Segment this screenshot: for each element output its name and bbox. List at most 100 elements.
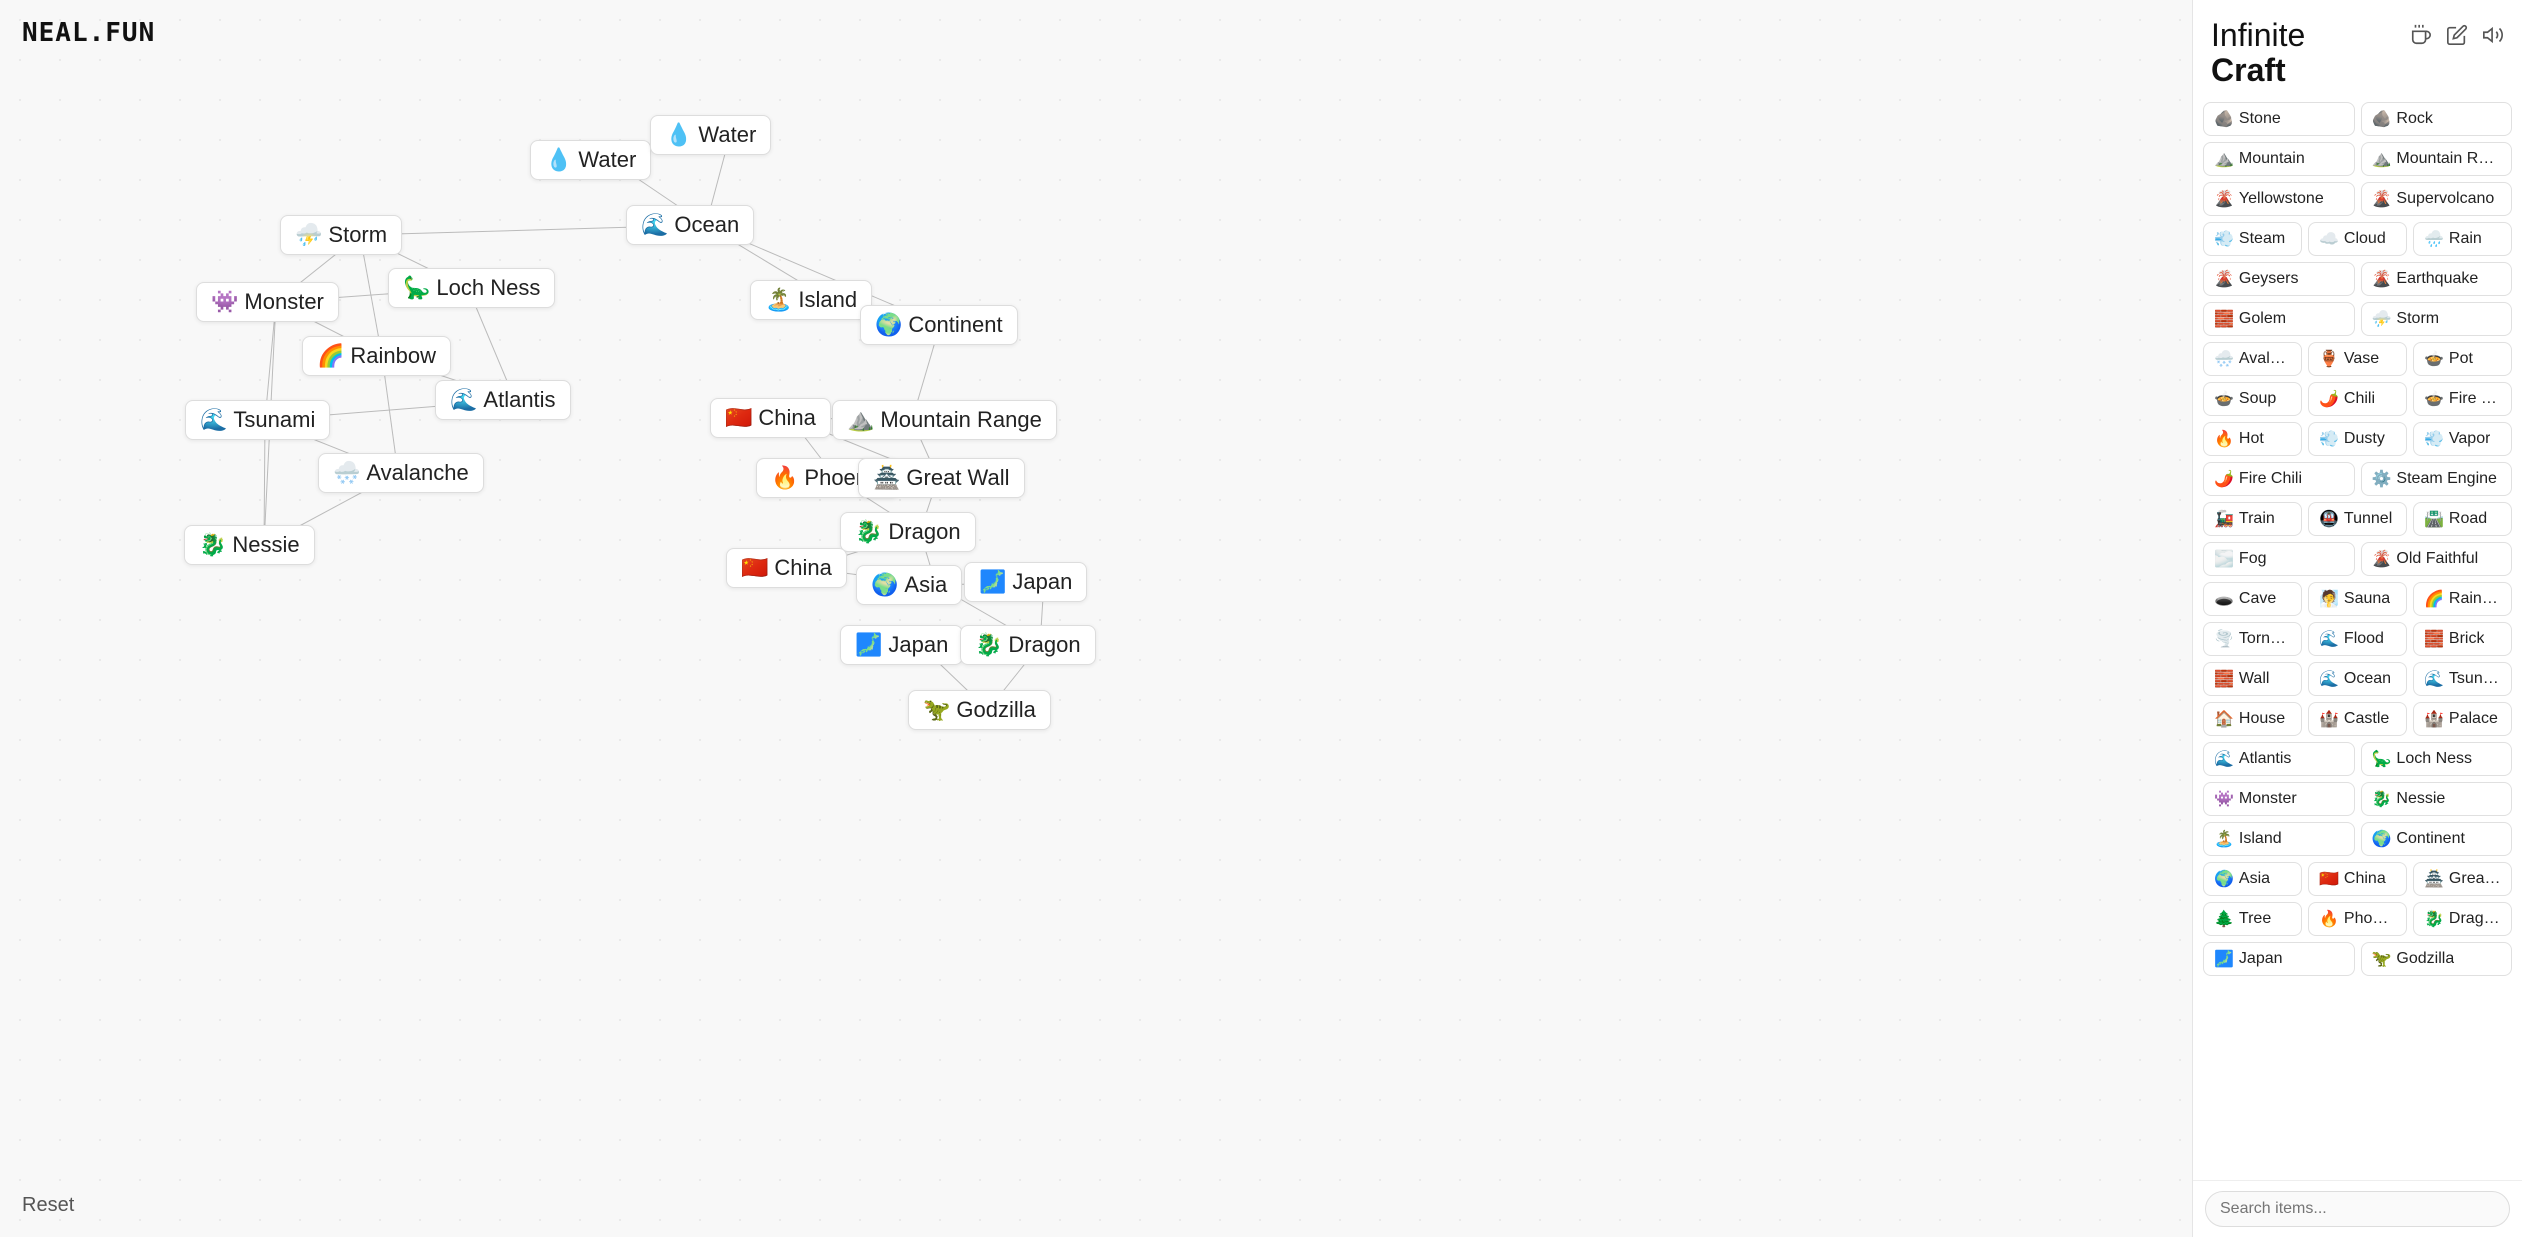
node-japan1[interactable]: 🗾Japan (964, 562, 1087, 602)
node-continent[interactable]: 🌍Continent (860, 305, 1018, 345)
sidebar-item-phoenix[interactable]: 🔥Phoenix (2308, 902, 2407, 936)
sidebar-item-mountain-range[interactable]: ⛰️Mountain Range (2361, 142, 2513, 176)
sidebar-item-japan[interactable]: 🗾Japan (2203, 942, 2355, 976)
sidebar-item-supervolcano[interactable]: 🌋Supervolcano (2361, 182, 2513, 216)
sidebar-item-loch-ness[interactable]: 🦕Loch Ness (2361, 742, 2513, 776)
node-greatwall[interactable]: 🏯Great Wall (858, 458, 1025, 498)
node-island[interactable]: 🏝️Island (750, 280, 872, 320)
sidebar-item-castle[interactable]: 🏰Castle (2308, 702, 2407, 736)
sidebar-item-cloud[interactable]: ☁️Cloud (2308, 222, 2407, 256)
sidebar-item-wall[interactable]: 🧱Wall (2203, 662, 2302, 696)
node-nessie[interactable]: 🐉Nessie (184, 525, 315, 565)
node-monster[interactable]: 👾Monster (196, 282, 339, 322)
sidebar-item-road[interactable]: 🛣️Road (2413, 502, 2512, 536)
sidebar-item-stone[interactable]: 🪨Stone (2203, 102, 2355, 136)
node-emoji: 🦕 (403, 275, 430, 301)
node-storm[interactable]: ⛈️Storm (280, 215, 402, 255)
sidebar-item-godzilla[interactable]: 🦖Godzilla (2361, 942, 2513, 976)
node-rainbow[interactable]: 🌈Rainbow (302, 336, 451, 376)
search-input[interactable] (2205, 1191, 2510, 1227)
chip-emoji: 🏰 (2424, 709, 2444, 729)
sidebar-item-pot[interactable]: 🍲Pot (2413, 342, 2512, 376)
sidebar-item-mountain[interactable]: ⛰️Mountain (2203, 142, 2355, 176)
sidebar-item-china[interactable]: 🇨🇳China (2308, 862, 2407, 896)
chip-label: Great Wall (2449, 870, 2501, 888)
chip-emoji: 👾 (2214, 789, 2234, 809)
sidebar-item-old-faithful[interactable]: 🌋Old Faithful (2361, 542, 2513, 576)
node-mountain[interactable]: ⛰️Mountain Range (832, 400, 1057, 440)
sidebar-item-vapor[interactable]: 💨Vapor (2413, 422, 2512, 456)
sidebar-item-earthquake[interactable]: 🌋Earthquake (2361, 262, 2513, 296)
sidebar-item-sauna[interactable]: 🧖Sauna (2308, 582, 2407, 616)
sidebar-item-soup[interactable]: 🍲Soup (2203, 382, 2302, 416)
sidebar-item-tunnel[interactable]: 🚇Tunnel (2308, 502, 2407, 536)
sidebar-item-great-wall[interactable]: 🏯Great Wall (2413, 862, 2512, 896)
sidebar-item-tornado[interactable]: 🌪️Tornado (2203, 622, 2302, 656)
sidebar-item-steam-engine[interactable]: ⚙️Steam Engine (2361, 462, 2513, 496)
sidebar-item-dragon[interactable]: 🐉Dragon (2413, 902, 2512, 936)
sidebar-item-nessie[interactable]: 🐉Nessie (2361, 782, 2513, 816)
sidebar-item-geysers[interactable]: 🌋Geysers (2203, 262, 2355, 296)
node-water2[interactable]: 💧Water (650, 115, 771, 155)
sidebar-item-brick[interactable]: 🧱Brick (2413, 622, 2512, 656)
chip-label: China (2344, 870, 2386, 888)
sidebar-item-hot[interactable]: 🔥Hot (2203, 422, 2302, 456)
sidebar-item-island[interactable]: 🏝️Island (2203, 822, 2355, 856)
sidebar-row: 🌫️Fog🌋Old Faithful (2203, 542, 2512, 576)
sidebar-item-fire-chili[interactable]: 🌶️Fire Chili (2203, 462, 2355, 496)
sidebar-item-vase[interactable]: 🏺Vase (2308, 342, 2407, 376)
node-japan2[interactable]: 🗾Japan (840, 625, 963, 665)
sidebar-item-fog[interactable]: 🌫️Fog (2203, 542, 2355, 576)
sidebar-item-train[interactable]: 🚂Train (2203, 502, 2302, 536)
sidebar-item-fire-soup[interactable]: 🍲Fire Soup (2413, 382, 2512, 416)
sidebar-item-atlantis[interactable]: 🌊Atlantis (2203, 742, 2355, 776)
node-emoji: 🇨🇳 (725, 405, 752, 431)
node-emoji: 🗾 (855, 632, 882, 658)
chip-emoji: 🏠 (2214, 709, 2234, 729)
node-dragon1[interactable]: 🐉Dragon (840, 512, 976, 552)
sidebar-item-yellowstone[interactable]: 🌋Yellowstone (2203, 182, 2355, 216)
volume-icon[interactable] (2482, 24, 2504, 46)
sidebar-item-house[interactable]: 🏠 House (2203, 702, 2302, 736)
sidebar-item-storm[interactable]: ⛈️Storm (2361, 302, 2513, 336)
sidebar-row: 🏝️Island🌍Continent (2203, 822, 2512, 856)
node-godzilla[interactable]: 🦖Godzilla (908, 690, 1051, 730)
sidebar-item-ocean[interactable]: 🌊Ocean (2308, 662, 2407, 696)
chip-label: Island (2239, 830, 2282, 848)
node-water1[interactable]: 💧Water (530, 140, 651, 180)
sidebar-item-rainbow[interactable]: 🌈Rainbow (2413, 582, 2512, 616)
sidebar-item-monster[interactable]: 👾Monster (2203, 782, 2355, 816)
node-emoji: 🌨️ (333, 460, 360, 486)
node-emoji: ⛈️ (295, 222, 322, 248)
sidebar-item-golem[interactable]: 🧱Golem (2203, 302, 2355, 336)
sidebar-item-chili[interactable]: 🌶️Chili (2308, 382, 2407, 416)
edit-icon[interactable] (2446, 24, 2468, 46)
node-asia[interactable]: 🌍Asia (856, 565, 962, 605)
coffee-icon[interactable] (2410, 24, 2432, 46)
node-china2[interactable]: 🇨🇳China (726, 548, 847, 588)
sidebar-item-flood[interactable]: 🌊Flood (2308, 622, 2407, 656)
reset-button[interactable]: Reset (22, 1194, 74, 1217)
sidebar-item-tsunami[interactable]: 🌊Tsunami (2413, 662, 2512, 696)
sidebar-item-palace[interactable]: 🏰Palace (2413, 702, 2512, 736)
sidebar-item-tree[interactable]: 🌲Tree (2203, 902, 2302, 936)
node-label: Rainbow (350, 343, 436, 369)
chip-label: House (2239, 710, 2285, 728)
chip-emoji: 🚇 (2319, 509, 2339, 529)
node-ocean[interactable]: 🌊Ocean (626, 205, 754, 245)
sidebar-item-rain[interactable]: 🌧️Rain (2413, 222, 2512, 256)
sidebar-item-cave[interactable]: 🕳️Cave (2203, 582, 2302, 616)
node-tsunami[interactable]: 🌊Tsunami (185, 400, 330, 440)
node-lochness[interactable]: 🦕Loch Ness (388, 268, 555, 308)
sidebar-item-continent[interactable]: 🌍Continent (2361, 822, 2513, 856)
node-china1[interactable]: 🇨🇳China (710, 398, 831, 438)
node-avalanche[interactable]: 🌨️Avalanche (318, 453, 484, 493)
node-dragon2[interactable]: 🐉Dragon (960, 625, 1096, 665)
chip-emoji: 🌋 (2372, 549, 2392, 569)
node-atlantis[interactable]: 🌊Atlantis (435, 380, 571, 420)
sidebar-item-rock[interactable]: 🪨Rock (2361, 102, 2513, 136)
sidebar-item-dusty[interactable]: 💨Dusty (2308, 422, 2407, 456)
sidebar-item-avalanche[interactable]: 🌨️Avalanche (2203, 342, 2302, 376)
sidebar-item-asia[interactable]: 🌍Asia (2203, 862, 2302, 896)
sidebar-item-steam[interactable]: 💨Steam (2203, 222, 2302, 256)
